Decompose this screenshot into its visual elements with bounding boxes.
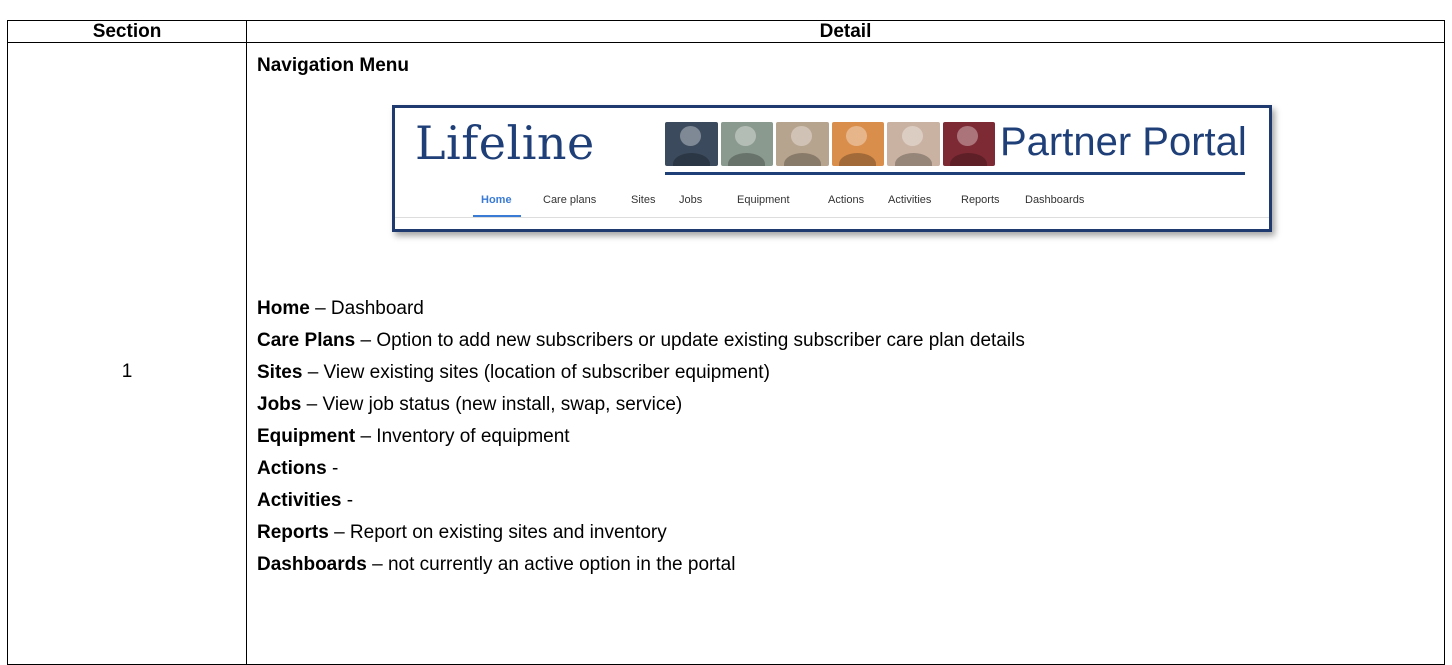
definition-term: Sites	[257, 362, 303, 383]
nav-item-equipment[interactable]: Equipment	[737, 194, 790, 206]
list-item: Equipment – Inventory of equipment	[257, 421, 1025, 453]
definition-term: Activities	[257, 490, 342, 511]
definition-term: Care Plans	[257, 330, 356, 351]
definition-separator: –	[328, 522, 350, 543]
list-item: Activities -	[257, 485, 1025, 517]
definition-separator: –	[366, 554, 388, 575]
title-underline	[665, 172, 1245, 175]
nav-item-actions[interactable]: Actions	[828, 194, 864, 206]
definition-description: View job status (new install, swap, serv…	[322, 394, 683, 415]
section-number-cell: 1	[7, 42, 247, 665]
definition-description: View existing sites (location of subscri…	[323, 362, 770, 383]
detail-cell: Navigation Menu Lifeline Partner Portal	[246, 42, 1445, 665]
section-column-header: Section	[7, 20, 247, 43]
section-number: 1	[121, 360, 133, 382]
nav-divider	[395, 217, 1269, 218]
banner-photo	[776, 122, 829, 166]
banner-photo	[720, 122, 773, 166]
banner-photo	[942, 122, 995, 166]
definition-separator: –	[301, 394, 323, 415]
nav-item-dashboards[interactable]: Dashboards	[1025, 194, 1084, 206]
table-row: 1 Navigation Menu Lifeline Partner Porta…	[7, 42, 1445, 665]
list-item: Dashboards – not currently an active opt…	[257, 549, 1025, 581]
definition-separator: –	[355, 426, 377, 447]
nav-item-home[interactable]: Home	[481, 194, 512, 206]
definition-separator: -	[326, 458, 339, 479]
list-item: Sites – View existing sites (location of…	[257, 357, 1025, 389]
definition-term: Dashboards	[257, 554, 367, 575]
menu-definitions-list: Home – Dashboard Care Plans – Option to …	[257, 293, 1025, 581]
list-item: Care Plans – Option to add new subscribe…	[257, 325, 1025, 357]
definition-term: Jobs	[257, 394, 302, 415]
section-detail-table: Section Detail 1 Navigation Menu Lifelin…	[7, 20, 1445, 665]
lifeline-logo: Lifeline	[415, 116, 595, 170]
definition-description: Dashboard	[330, 298, 424, 319]
definition-term: Actions	[257, 458, 327, 479]
definition-description: Option to add new subscribers or update …	[376, 330, 1025, 351]
banner-photo	[831, 122, 884, 166]
nav-item-jobs[interactable]: Jobs	[679, 194, 702, 206]
definition-term: Equipment	[257, 426, 356, 447]
definition-separator: –	[355, 330, 377, 351]
nav-item-care-plans[interactable]: Care plans	[543, 194, 596, 206]
portal-banner-screenshot: Lifeline Partner Portal Home Care plans …	[392, 105, 1272, 232]
definition-separator: –	[302, 362, 324, 383]
table-header-row: Section Detail	[7, 20, 1445, 43]
nav-item-sites[interactable]: Sites	[631, 194, 655, 206]
banner-photo-strip	[665, 122, 995, 166]
detail-column-header: Detail	[246, 20, 1445, 43]
definition-description: Report on existing sites and inventory	[349, 522, 667, 543]
list-item: Home – Dashboard	[257, 293, 1025, 325]
definition-separator: –	[309, 298, 331, 319]
detail-heading: Navigation Menu	[257, 55, 410, 76]
list-item: Reports – Report on existing sites and i…	[257, 517, 1025, 549]
definition-term: Home	[257, 298, 310, 319]
definition-separator: -	[341, 490, 354, 511]
definition-term: Reports	[257, 522, 329, 543]
banner-photo	[887, 122, 940, 166]
nav-item-reports[interactable]: Reports	[961, 194, 1000, 206]
definition-description: Inventory of equipment	[376, 426, 570, 447]
definition-description: not currently an active option in the po…	[387, 554, 736, 575]
portal-title: Partner Portal	[1000, 120, 1247, 164]
nav-item-activities[interactable]: Activities	[888, 194, 931, 206]
list-item: Actions -	[257, 453, 1025, 485]
portal-nav-bar: Home Care plans Sites Jobs Equipment Act…	[395, 188, 1269, 218]
banner-photo	[665, 122, 718, 166]
list-item: Jobs – View job status (new install, swa…	[257, 389, 1025, 421]
